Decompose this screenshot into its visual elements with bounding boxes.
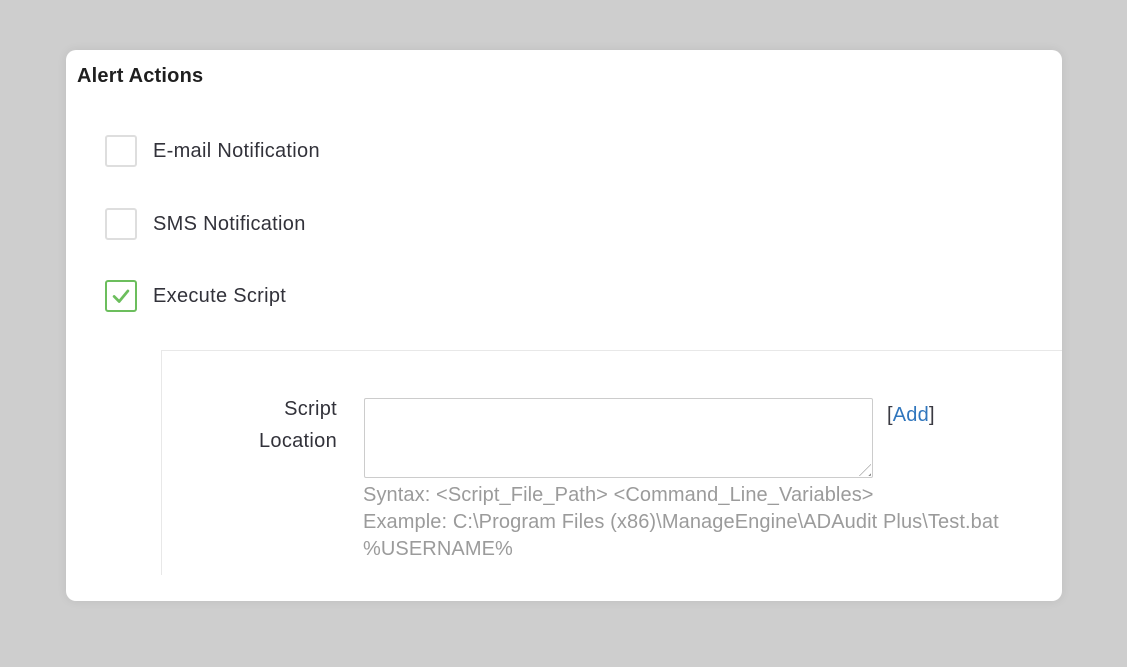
sms-notification-label: SMS Notification: [153, 213, 306, 235]
checkmark-icon: [112, 289, 130, 303]
email-notification-label: E-mail Notification: [153, 140, 320, 162]
script-hint-block: Syntax: <Script_File_Path> <Command_Line…: [363, 482, 1062, 563]
email-notification-checkbox[interactable]: [105, 135, 137, 167]
checkbox-row-sms-notification: SMS Notification: [105, 208, 306, 240]
sms-notification-checkbox[interactable]: [105, 208, 137, 240]
example-hint-line-wrap: %USERNAME%: [363, 538, 513, 560]
section-title: Alert Actions: [77, 65, 204, 87]
execute-script-panel: Script Location [Add] Syntax: <Script_Fi…: [161, 350, 1062, 575]
checkbox-row-execute-script: Execute Script: [105, 280, 286, 312]
example-hint-line: Example: C:\Program Files (x86)\ManageEn…: [363, 511, 999, 533]
syntax-hint-line: Syntax: <Script_File_Path> <Command_Line…: [363, 484, 874, 506]
script-location-textarea[interactable]: [364, 398, 873, 478]
add-link-close-bracket: ]: [928, 404, 935, 426]
script-location-label: Script Location: [258, 398, 337, 452]
add-link-text: Add: [892, 404, 929, 426]
checkbox-row-email-notification: E-mail Notification: [105, 135, 320, 167]
execute-script-checkbox[interactable]: [105, 280, 137, 312]
execute-script-label: Execute Script: [153, 285, 287, 307]
script-location-field-wrapper: [364, 398, 873, 478]
alert-actions-card: Alert Actions E-mail Notification SMS No…: [66, 50, 1062, 601]
add-script-link[interactable]: [Add]: [887, 403, 935, 427]
